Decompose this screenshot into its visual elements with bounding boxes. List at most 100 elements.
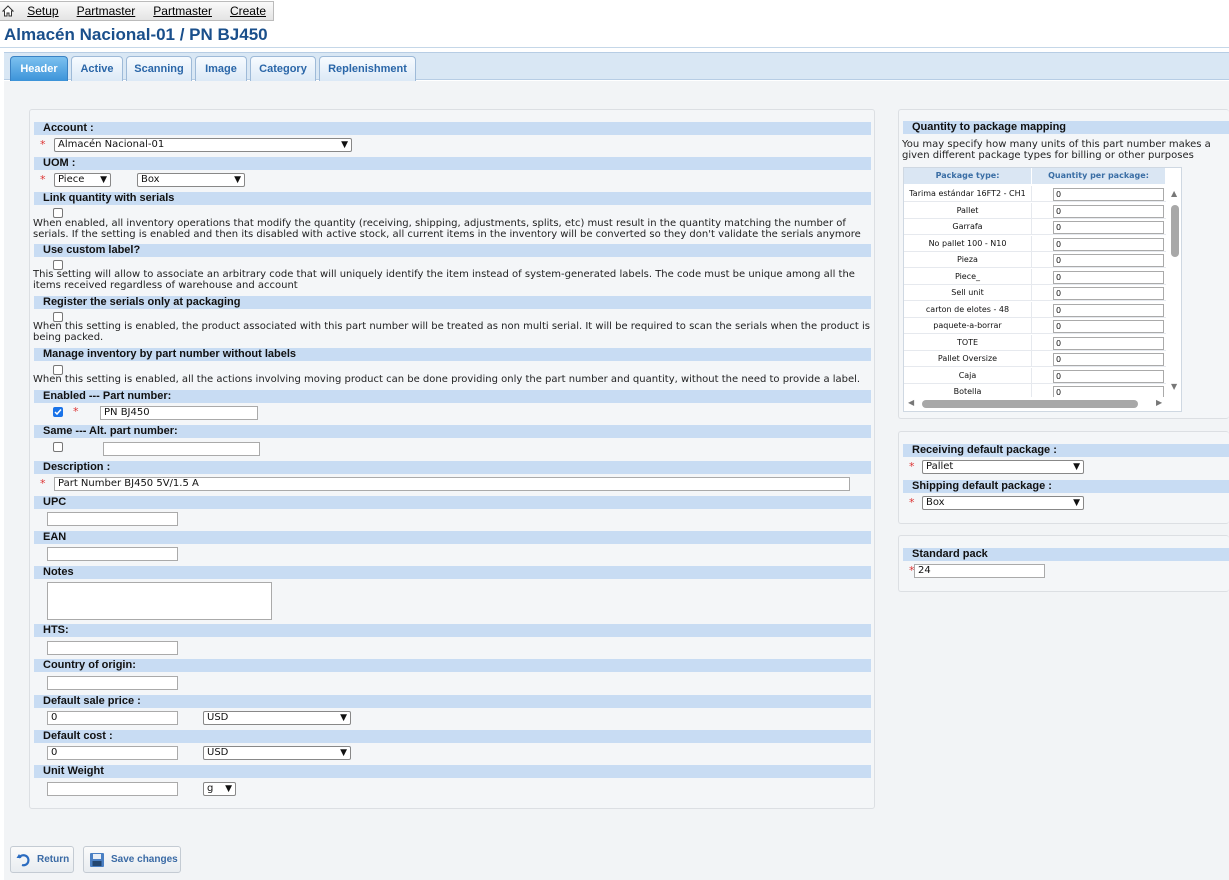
cost-currency-select[interactable]: USD ▼ (203, 746, 351, 760)
link-serials-checkbox[interactable] (53, 208, 63, 218)
serials-packaging-description: When this setting is enabled, the produc… (33, 321, 870, 343)
notes-label: Notes (34, 566, 871, 579)
chevron-down-icon: ▼ (1073, 498, 1080, 508)
horizontal-scrollbar[interactable]: ◀ ▶ (904, 397, 1168, 411)
country-input[interactable] (47, 676, 178, 690)
tab-bar: Header Active Scanning Image Category Re… (4, 52, 1229, 81)
tab-replenishment[interactable]: Replenishment (319, 56, 416, 81)
required-mark: * (40, 477, 46, 490)
scroll-up-icon[interactable]: ▲ (1171, 189, 1177, 198)
breadcrumb-setup[interactable]: Setup (27, 4, 58, 18)
quantity-per-package-input[interactable]: 0 (1053, 221, 1164, 234)
quantity-per-package-input[interactable]: 0 (1053, 303, 1164, 317)
unit-weight-unit-select[interactable]: g ▼ (203, 782, 236, 796)
package-type-cell: Sell unit (904, 285, 1032, 301)
quantity-per-package-input[interactable]: 0 (1053, 254, 1164, 267)
tab-active[interactable]: Active (71, 56, 123, 81)
scrollbar-thumb[interactable] (922, 400, 1138, 408)
checkmark-icon (54, 409, 62, 416)
part-number-enabled-checkbox[interactable] (53, 407, 63, 417)
quantity-per-package-input[interactable]: 0 (1053, 369, 1164, 383)
alt-part-number-input[interactable] (103, 442, 260, 456)
quantity-per-package-input[interactable]: 0 (1053, 204, 1164, 218)
package-mapping-row: Garrafa 0 (904, 219, 1166, 235)
home-icon[interactable] (0, 2, 16, 20)
chevron-down-icon: ▼ (340, 748, 347, 758)
package-mapping-description: You may specify how many units of this p… (902, 139, 1211, 161)
sale-price-currency-select[interactable]: USD ▼ (203, 711, 351, 725)
country-label: Country of origin: (34, 659, 871, 672)
sale-price-input[interactable]: 0 (47, 711, 178, 725)
alt-part-number-same-checkbox[interactable] (53, 442, 63, 452)
cost-currency-value: USD (207, 747, 229, 758)
hts-label: HTS: (34, 624, 871, 637)
package-mapping-title: Quantity to package mapping (903, 121, 1229, 134)
vertical-scrollbar[interactable]: ▲ ▼ (1168, 184, 1181, 397)
scroll-right-icon[interactable]: ▶ (1156, 398, 1162, 407)
account-select[interactable]: Almacén Nacional-01 ▼ (54, 138, 352, 152)
account-value: Almacén Nacional-01 (58, 139, 165, 150)
standard-pack-input[interactable]: 24 (914, 564, 1045, 578)
tab-scanning[interactable]: Scanning (126, 56, 192, 81)
package-type-cell: Piece_ (904, 268, 1032, 285)
quantity-per-package-input[interactable]: 0 (1053, 270, 1164, 284)
package-type-cell: Pieza (904, 252, 1032, 268)
package-type-cell: carton de elotes - 48 (904, 301, 1032, 318)
manage-no-labels-description: When this setting is enabled, all the ac… (33, 374, 861, 385)
breadcrumb-create[interactable]: Create (230, 4, 266, 18)
save-changes-button[interactable]: Save changes (83, 846, 181, 873)
chevron-down-icon: ▼ (100, 175, 107, 185)
quantity-per-package-input[interactable]: 0 (1053, 188, 1164, 201)
breadcrumb-partmaster[interactable]: Partmaster (77, 4, 136, 18)
cost-input[interactable]: 0 (47, 746, 178, 760)
receiving-package-label: Receiving default package : (903, 444, 1229, 457)
chevron-down-icon: ▼ (225, 784, 232, 794)
receiving-package-select[interactable]: Pallet ▼ (922, 460, 1084, 474)
quantity-per-package-input[interactable]: 0 (1053, 336, 1164, 350)
custom-label-description: This setting will allow to associate an … (33, 269, 855, 291)
uom-value: Piece (58, 174, 85, 185)
required-mark: * (909, 496, 915, 509)
chevron-down-icon: ▼ (1073, 462, 1080, 472)
description-label: Description : (34, 461, 871, 474)
column-header-quantity: Quantity per package: (1032, 168, 1166, 184)
account-label: Account : (34, 122, 871, 135)
tab-category[interactable]: Category (250, 56, 316, 81)
chevron-down-icon: ▼ (234, 175, 241, 185)
package-type-cell: No pallet 100 - N10 (904, 235, 1032, 252)
uom-package-select[interactable]: Box ▼ (137, 173, 245, 187)
breadcrumb: Setup Partmaster Partmaster Create (0, 1, 274, 21)
quantity-per-package-input[interactable]: 0 (1053, 320, 1164, 333)
breadcrumb-partmaster-2[interactable]: Partmaster (153, 4, 212, 18)
notes-textarea[interactable] (47, 582, 272, 620)
package-type-cell: Garrafa (904, 219, 1032, 235)
upc-input[interactable] (47, 512, 178, 526)
return-button[interactable]: Return (10, 846, 74, 873)
hts-input[interactable] (47, 641, 178, 655)
unit-weight-input[interactable] (47, 782, 178, 796)
unit-weight-label: Unit Weight (34, 765, 871, 778)
quantity-per-package-input[interactable]: 0 (1053, 287, 1164, 300)
uom-package-value: Box (141, 174, 160, 185)
part-number-input[interactable]: PN BJ450 (100, 406, 258, 420)
manage-no-labels-label: Manage inventory by part number without … (34, 348, 871, 361)
upc-label: UPC (34, 496, 871, 509)
standard-pack-label: Standard pack (903, 548, 1229, 561)
package-mapping-row: TOTE 0 (904, 334, 1166, 351)
uom-select[interactable]: Piece ▼ (54, 173, 111, 187)
description-input[interactable]: Part Number BJ450 5V/1.5 A (54, 477, 850, 491)
package-mapping-row: paquete-a-borrar 0 (904, 318, 1166, 334)
shipping-package-select[interactable]: Box ▼ (922, 496, 1084, 510)
scroll-left-icon[interactable]: ◀ (908, 398, 914, 407)
tab-header[interactable]: Header (10, 56, 68, 81)
tab-image[interactable]: Image (195, 56, 247, 81)
quantity-per-package-input[interactable]: 0 (1053, 353, 1164, 366)
quantity-per-package-input[interactable]: 0 (1053, 237, 1164, 251)
chevron-down-icon: ▼ (341, 140, 348, 150)
ean-input[interactable] (47, 547, 178, 561)
cost-label: Default cost : (34, 730, 871, 743)
required-mark: * (909, 460, 915, 473)
scroll-down-icon[interactable]: ▼ (1171, 382, 1177, 391)
package-mapping-row: Caja 0 (904, 367, 1166, 384)
scrollbar-thumb[interactable] (1171, 205, 1179, 257)
